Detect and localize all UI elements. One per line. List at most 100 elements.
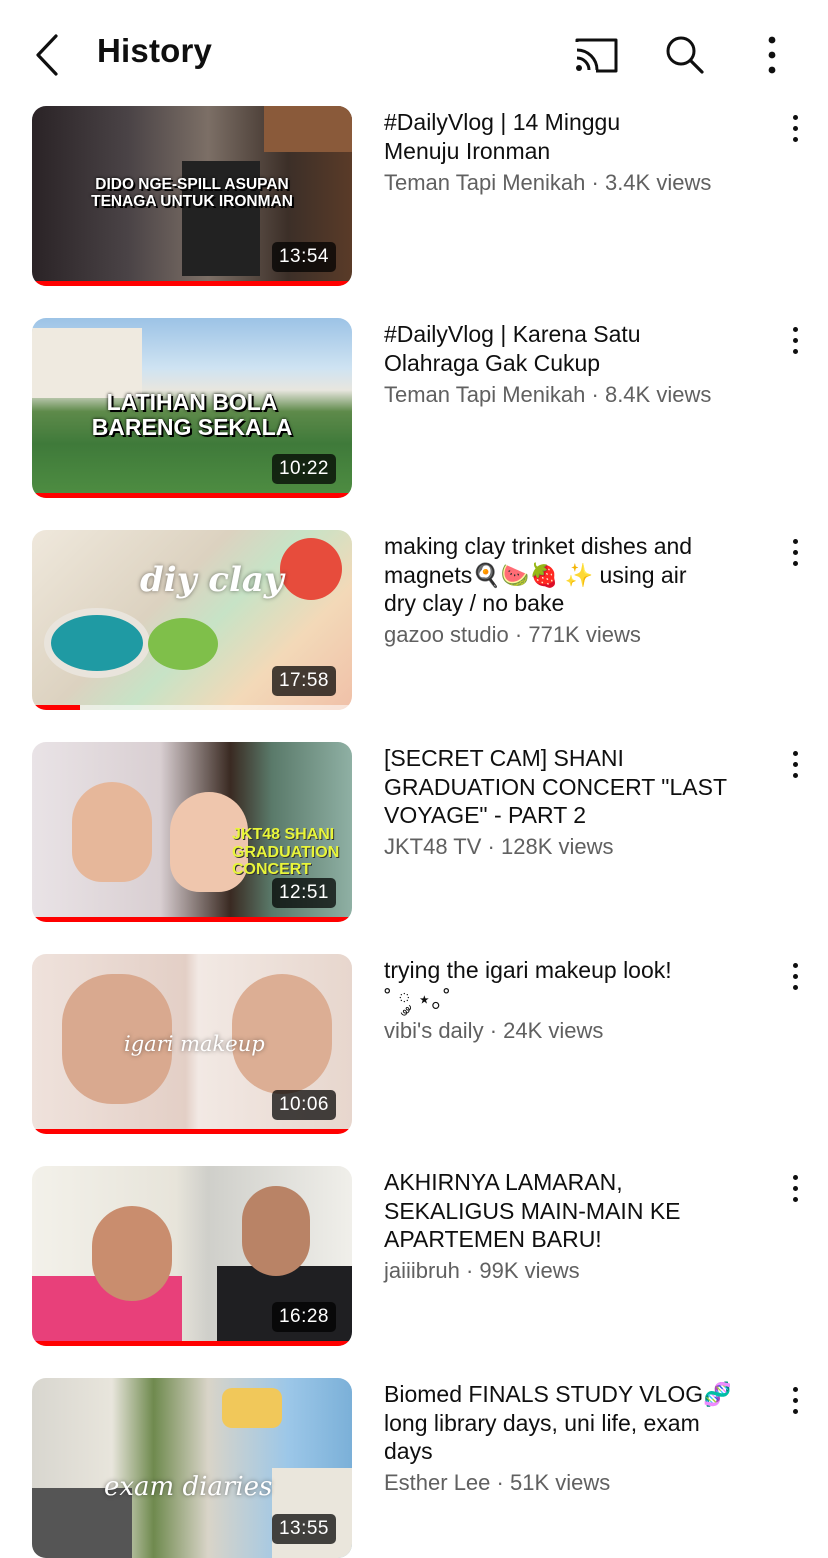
video-title[interactable]: #DailyVlog | Karena Satu Olahraga Gak Cu…: [384, 320, 764, 377]
meta-separator: ·: [514, 622, 523, 647]
back-button[interactable]: [28, 30, 68, 80]
channel-name[interactable]: vibi's daily: [384, 1018, 484, 1043]
video-options-button[interactable]: [782, 534, 810, 574]
video-thumbnail[interactable]: JKT48 SHANI GRADUATION CONCERT 12:51: [32, 742, 352, 922]
progress-track: [32, 1129, 352, 1134]
video-item[interactable]: exam diaries 13:55 Biomed FINALS STUDY V…: [0, 1378, 828, 1558]
video-thumbnail[interactable]: DIDO NGE-SPILL ASUPAN TENAGA UNTUK IRONM…: [32, 106, 352, 286]
video-duration: 16:28: [271, 1302, 336, 1332]
video-thumbnail[interactable]: diy clay 17:58: [32, 530, 352, 710]
channel-name[interactable]: JKT48 TV: [384, 834, 481, 859]
video-title[interactable]: [SECRET CAM] SHANI GRADUATION CONCERT "L…: [384, 744, 764, 830]
video-item[interactable]: 16:28 AKHIRNYA LAMARAN, SEKALIGUS MAIN-M…: [0, 1166, 828, 1346]
thumbnail-caption: DIDO NGE-SPILL ASUPAN TENAGA UNTUK IRONM…: [91, 176, 293, 211]
video-title[interactable]: making clay trinket dishes and magnets🍳🍉…: [384, 532, 764, 618]
channel-name[interactable]: jaiiibruh: [384, 1258, 460, 1283]
view-count: 128K views: [501, 834, 614, 859]
video-meta: Teman Tapi Menikah · 3.4K views: [384, 170, 711, 196]
cast-button[interactable]: [572, 32, 620, 78]
watch-progress: [32, 1341, 352, 1346]
video-options-button[interactable]: [782, 746, 810, 786]
thumb-building: [32, 328, 142, 398]
video-meta: Teman Tapi Menikah · 8.4K views: [384, 382, 711, 408]
video-title[interactable]: trying the igari makeup look! ˚ ༘ ⋆｡˚: [384, 956, 764, 1013]
thumb-building: [272, 1468, 352, 1558]
video-duration: 10:22: [271, 454, 336, 484]
video-meta: jaiiibruh · 99K views: [384, 1258, 580, 1284]
video-title[interactable]: AKHIRNYA LAMARAN, SEKALIGUS MAIN-MAIN KE…: [384, 1168, 764, 1254]
thumb-face-left: [92, 1206, 172, 1301]
video-options-button[interactable]: [782, 322, 810, 362]
view-count: 771K views: [528, 622, 641, 647]
video-title[interactable]: Biomed FINALS STUDY VLOG🧬 long library d…: [384, 1380, 764, 1466]
watch-progress: [32, 493, 352, 498]
meta-separator: ·: [591, 382, 599, 407]
thumbnail-caption: diy clay: [140, 560, 284, 600]
progress-track: [32, 917, 352, 922]
thumb-pool-dish: [44, 608, 150, 678]
view-count: 51K views: [509, 1470, 611, 1495]
video-thumbnail[interactable]: 16:28: [32, 1166, 352, 1346]
search-icon: [666, 36, 704, 74]
video-duration: 12:51: [271, 878, 336, 908]
thumbnail-caption: exam diaries: [104, 1472, 273, 1502]
thumb-face-left: [72, 782, 152, 882]
video-item[interactable]: diy clay 17:58 making clay trinket dishe…: [0, 530, 828, 710]
page-title: History: [97, 32, 213, 69]
view-count: 8.4K views: [604, 382, 712, 407]
video-item[interactable]: JKT48 SHANI GRADUATION CONCERT 12:51 [SE…: [0, 742, 828, 922]
watch-progress: [32, 705, 80, 710]
video-duration: 17:58: [271, 666, 336, 696]
watch-progress: [32, 917, 352, 922]
view-count: 99K views: [479, 1258, 580, 1283]
more-vertical-icon: [768, 36, 776, 74]
channel-name[interactable]: Esther Lee: [384, 1470, 490, 1495]
watch-progress: [32, 281, 352, 286]
thumbnail-caption: JKT48 SHANI GRADUATION CONCERT: [232, 826, 340, 879]
video-meta: JKT48 TV · 128K views: [384, 834, 614, 860]
thumb-face-right: [242, 1186, 310, 1276]
top-app-bar: History: [0, 0, 828, 108]
channel-name[interactable]: Teman Tapi Menikah: [384, 170, 585, 195]
video-duration: 13:54: [271, 242, 336, 272]
video-duration: 10:06: [271, 1090, 336, 1120]
cast-icon: [575, 38, 618, 73]
video-item[interactable]: DIDO NGE-SPILL ASUPAN TENAGA UNTUK IRONM…: [0, 106, 828, 286]
watch-progress: [32, 1129, 352, 1134]
thumbnail-caption: LATIHAN BOLA BARENG SEKALA: [91, 389, 293, 441]
video-thumbnail[interactable]: LATIHAN BOLA BARENG SEKALA 10:22: [32, 318, 352, 498]
thumb-food: [222, 1388, 282, 1428]
video-meta: Esther Lee · 51K views: [384, 1470, 610, 1496]
more-options-button[interactable]: [748, 32, 796, 78]
thumb-green-dish: [148, 618, 218, 670]
meta-separator: ·: [496, 1470, 504, 1495]
progress-track: [32, 705, 352, 710]
video-options-button[interactable]: [782, 110, 810, 150]
thumb-wood-panel: [264, 106, 352, 152]
video-thumbnail[interactable]: exam diaries 13:55: [32, 1378, 352, 1558]
search-button[interactable]: [660, 32, 708, 78]
progress-track: [32, 493, 352, 498]
video-options-button[interactable]: [782, 1382, 810, 1422]
video-thumbnail[interactable]: igari makeup 10:06: [32, 954, 352, 1134]
video-item[interactable]: igari makeup 10:06 trying the igari make…: [0, 954, 828, 1134]
meta-separator: ·: [489, 1018, 498, 1043]
chevron-left-icon: [36, 34, 58, 76]
meta-separator: ·: [465, 1258, 474, 1283]
video-item[interactable]: LATIHAN BOLA BARENG SEKALA 10:22 #DailyV…: [0, 318, 828, 498]
video-options-button[interactable]: [782, 1170, 810, 1210]
video-title[interactable]: #DailyVlog | 14 Minggu Menuju Ironman: [384, 108, 764, 165]
video-duration: 13:55: [271, 1514, 336, 1544]
channel-name[interactable]: Teman Tapi Menikah: [384, 382, 585, 407]
meta-separator: ·: [591, 170, 599, 195]
video-options-button[interactable]: [782, 958, 810, 998]
thumbnail-caption: igari makeup: [124, 1032, 265, 1056]
progress-track: [32, 281, 352, 286]
view-count: 24K views: [503, 1018, 604, 1043]
video-meta: vibi's daily · 24K views: [384, 1018, 603, 1044]
channel-name[interactable]: gazoo studio: [384, 622, 509, 647]
progress-track: [32, 1341, 352, 1346]
meta-separator: ·: [487, 834, 495, 859]
video-meta: gazoo studio · 771K views: [384, 622, 641, 648]
view-count: 3.4K views: [604, 170, 712, 195]
